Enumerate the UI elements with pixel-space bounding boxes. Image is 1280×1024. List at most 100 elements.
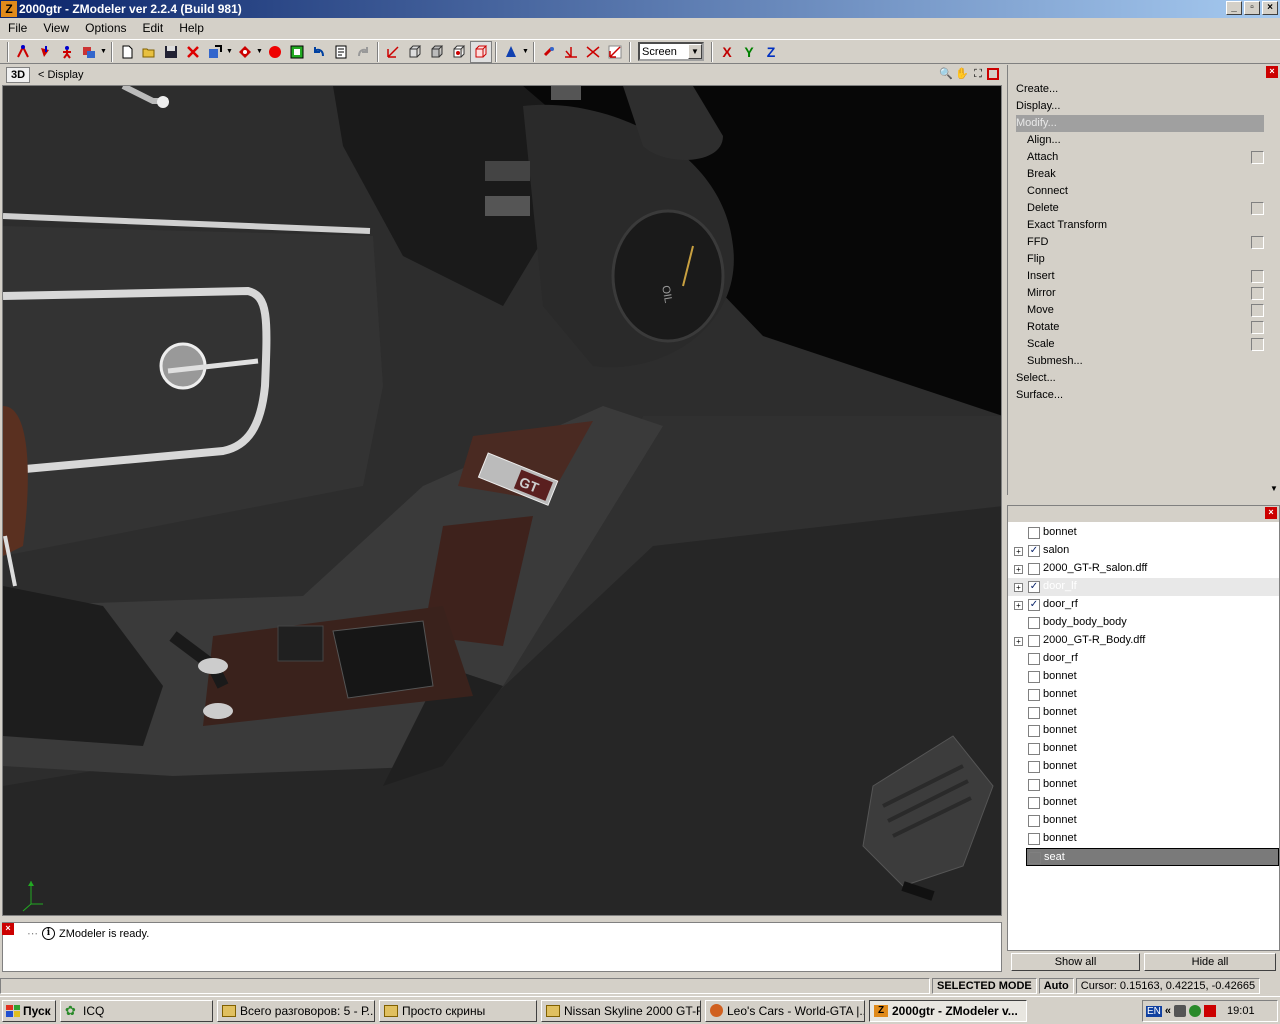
menu-view[interactable]: View [35,21,77,35]
visibility-checkbox[interactable] [1028,707,1040,719]
chevron-down-icon[interactable]: ▼ [688,44,702,59]
command-display[interactable]: Display... [1016,98,1264,115]
pan-hand-icon[interactable]: ✋ [955,67,969,81]
cube-front-icon[interactable] [404,41,426,63]
menu-options[interactable]: Options [77,21,134,35]
rotate-axis-icon[interactable] [582,41,604,63]
visibility-checkbox[interactable] [1028,527,1040,539]
visibility-checkbox[interactable] [1028,797,1040,809]
viewport-3d[interactable]: GT OIL [2,85,1002,916]
command-flip[interactable]: Flip [1016,251,1264,268]
chevron-down-icon[interactable]: ▼ [100,48,108,55]
tree-item[interactable]: +2000_GT-R_Body.dff [1008,632,1279,650]
axis-z-toggle[interactable]: Z [760,41,782,63]
tree-item[interactable]: seat [1026,848,1279,866]
tree-item[interactable]: + ✓ door_rf [1008,596,1279,614]
undo-icon[interactable] [308,41,330,63]
tree-item[interactable]: bonnet [1008,686,1279,704]
expand-icon[interactable]: + [1014,547,1023,556]
tree-item[interactable]: +2000_GT-R_salon.dff [1008,560,1279,578]
open-folder-icon[interactable] [138,41,160,63]
command-option-checkbox[interactable] [1251,236,1264,249]
chevron-down-icon[interactable]: ▼ [226,48,234,55]
command-surface[interactable]: Surface... [1016,387,1264,404]
snap-icon[interactable] [538,41,560,63]
taskbar-item-icq[interactable]: ✿ ICQ [60,999,213,1022]
command-delete[interactable]: Delete [1016,200,1264,217]
command-option-checkbox[interactable] [1251,287,1264,300]
fit-view-icon[interactable]: ⛶ [971,67,985,81]
visibility-checkbox[interactable]: ✓ [1028,545,1040,557]
tree-item[interactable]: bonnet [1008,668,1279,686]
tree-item[interactable]: body_body_body [1008,614,1279,632]
tree-item[interactable]: bonnet [1008,776,1279,794]
expand-icon[interactable]: + [1014,583,1023,592]
command-option-checkbox[interactable] [1251,338,1264,351]
command-move[interactable]: Move [1016,302,1264,319]
tree-item[interactable]: bonnet [1008,722,1279,740]
tree-item[interactable]: + ✓ door_lf [1008,578,1279,596]
move-axis-icon[interactable] [560,41,582,63]
visibility-checkbox[interactable] [1029,852,1041,864]
tree-item[interactable]: bonnet [1008,830,1279,848]
scroll-down-icon[interactable]: ▼ [1270,484,1278,493]
command-option-checkbox[interactable] [1251,321,1264,334]
tree-item[interactable]: + ✓ salon [1008,542,1279,560]
command-ffd[interactable]: FFD [1016,234,1264,251]
visibility-checkbox[interactable] [1028,833,1040,845]
viewport-display-label[interactable]: < Display [38,69,84,81]
visibility-checkbox[interactable] [1028,761,1040,773]
maximize-button[interactable]: ▫ [1244,1,1260,15]
zoom-icon[interactable]: 🔍 [939,67,953,81]
visibility-checkbox[interactable] [1028,635,1040,647]
menu-edit[interactable]: Edit [135,21,172,35]
command-scrollbar[interactable]: ▼ [1269,81,1280,495]
tree-item[interactable]: bonnet [1008,704,1279,722]
title-bar[interactable]: Z 2000gtr - ZModeler ver 2.2.4 (Build 98… [0,0,1280,18]
scale-axis-icon[interactable] [604,41,626,63]
render-icon[interactable] [234,41,256,63]
close-icon[interactable]: × [2,923,14,935]
axis-x-toggle[interactable]: X [716,41,738,63]
tree-item[interactable]: bonnet [1008,740,1279,758]
tray-expand-icon[interactable]: « [1165,1005,1171,1017]
command-break[interactable]: Break [1016,166,1264,183]
select-object-icon[interactable] [56,41,78,63]
zmodeler-app-icon[interactable]: Z [1,1,17,17]
select-face-icon[interactable] [34,41,56,63]
visibility-checkbox[interactable] [1028,815,1040,827]
command-create[interactable]: Create... [1016,81,1264,98]
command-rotate[interactable]: Rotate [1016,319,1264,336]
maximize-viewport-icon[interactable] [987,68,999,80]
antivirus-icon[interactable] [1204,1005,1217,1017]
import-icon[interactable] [204,41,226,63]
language-indicator[interactable]: EN [1146,1005,1162,1017]
network-icon[interactable] [1174,1005,1187,1017]
tree-item[interactable]: bonnet [1008,812,1279,830]
visibility-checkbox[interactable] [1028,671,1040,683]
cube-3d-icon[interactable] [470,40,492,63]
visibility-checkbox[interactable] [1028,725,1040,737]
close-icon[interactable]: × [1265,507,1277,519]
start-button[interactable]: Пуск [2,999,56,1022]
visibility-checkbox[interactable] [1028,779,1040,791]
hide-all-button[interactable]: Hide all [1144,953,1276,971]
command-insert[interactable]: Insert [1016,268,1264,285]
light-icon[interactable] [500,41,522,63]
record-icon[interactable] [264,41,286,63]
axis-y-toggle[interactable]: Y [738,41,760,63]
taskbar-item-chat[interactable]: Всего разговоров: 5 - Р... [217,999,375,1022]
command-modify[interactable]: Modify... [1016,115,1264,132]
texture-icon[interactable] [286,41,308,63]
command-option-checkbox[interactable] [1251,151,1264,164]
minimize-button[interactable]: _ [1226,1,1242,15]
axis-gizmo-icon[interactable] [382,41,404,63]
tree-item[interactable]: bonnet [1008,794,1279,812]
viewport-type-tag[interactable]: 3D [6,67,30,83]
chevron-down-icon[interactable]: ▼ [256,48,264,55]
command-option-checkbox[interactable] [1251,270,1264,283]
visibility-checkbox[interactable] [1028,689,1040,701]
menu-help[interactable]: Help [171,21,212,35]
select-multi-icon[interactable] [78,41,100,63]
taskbar-item-zmodeler[interactable]: Z 2000gtr - ZModeler v... [869,999,1027,1022]
